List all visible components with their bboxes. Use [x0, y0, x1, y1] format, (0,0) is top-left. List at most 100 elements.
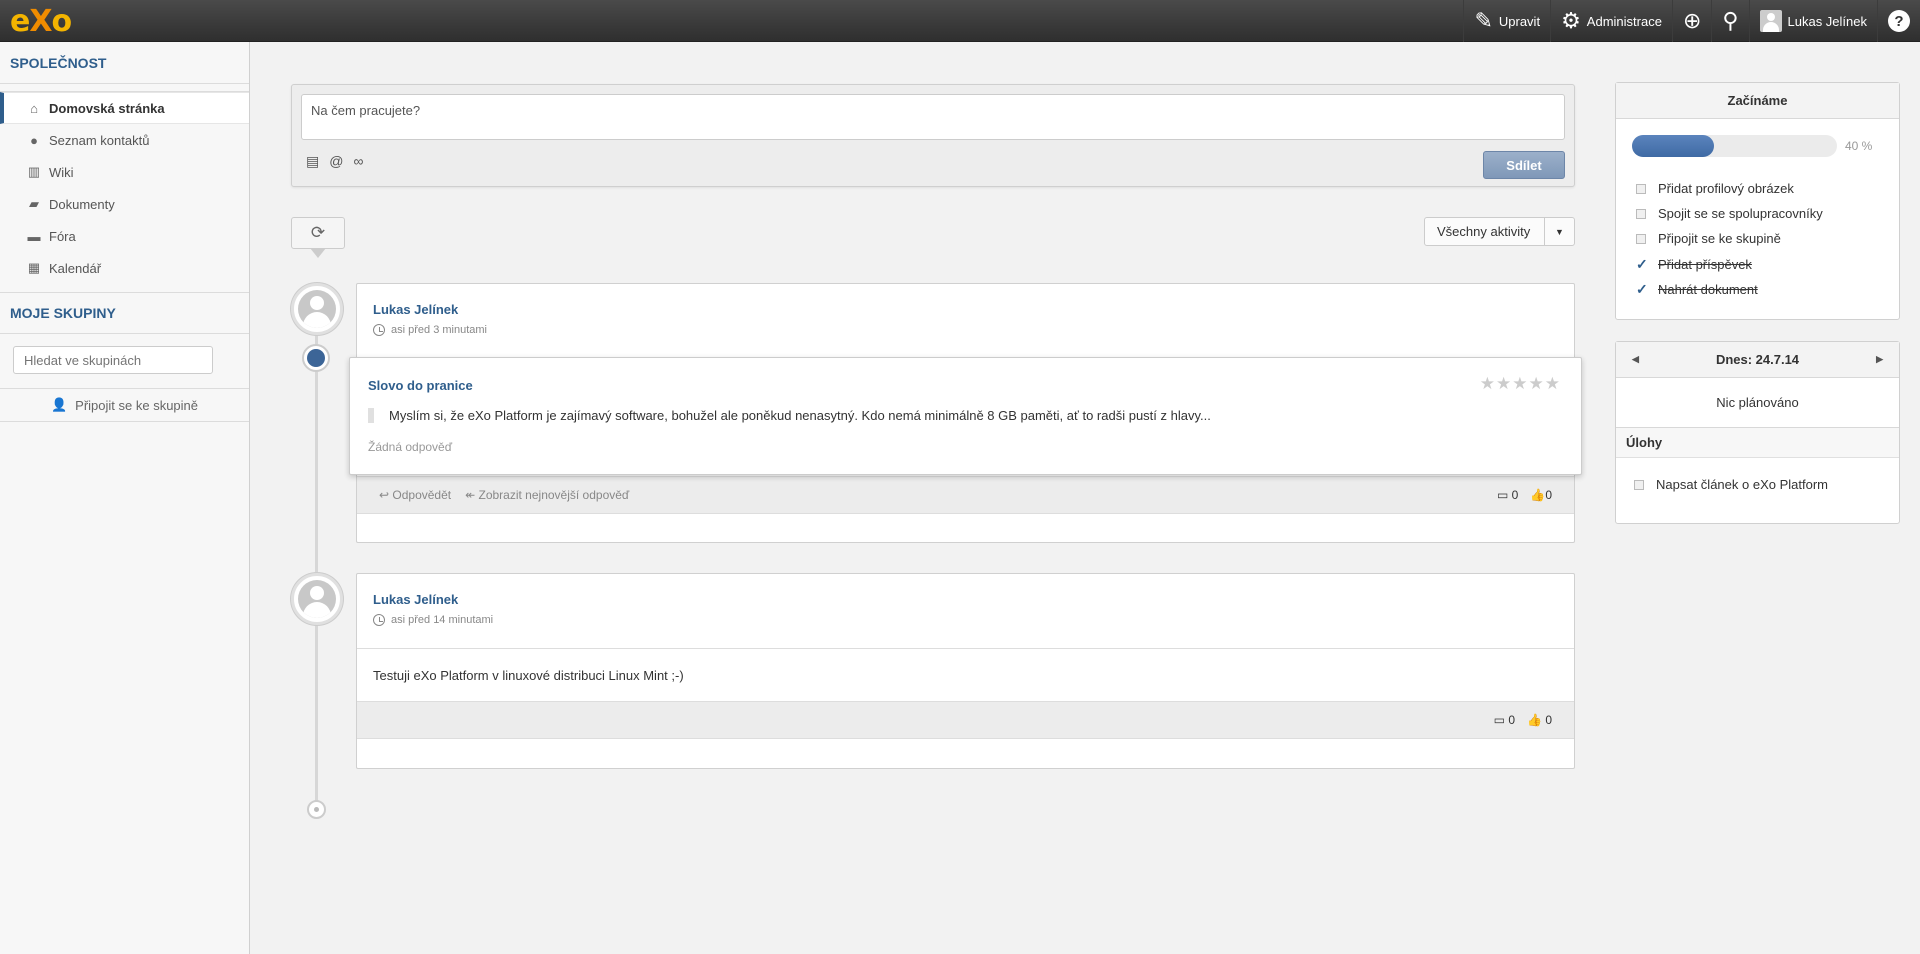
- user-menu[interactable]: Lukas Jelínek: [1748, 0, 1878, 42]
- avatar[interactable]: [291, 573, 343, 625]
- edit-label: Upravit: [1498, 13, 1541, 29]
- chat-icon: ▬: [27, 228, 41, 244]
- search-button[interactable]: ⚲: [1711, 0, 1748, 42]
- activity-text: Testuji eXo Platform v linuxové distribu…: [373, 668, 684, 683]
- activity-item: Lukas Jelínek asi před 14 minutami Testu…: [356, 573, 1575, 769]
- clock-icon: [373, 324, 385, 336]
- activity-author[interactable]: Lukas Jelínek: [373, 592, 458, 607]
- checklist-item[interactable]: ✓ Přidat příspěvek: [1636, 256, 1752, 273]
- rating-stars[interactable]: ★★★★★: [1480, 374, 1561, 394]
- sidebar-item-wiki[interactable]: ▥ Wiki: [0, 156, 249, 188]
- file-icon[interactable]: ▤: [306, 153, 319, 170]
- getting-started-title: Začínáme: [1616, 83, 1899, 119]
- checkbox: [1636, 183, 1646, 194]
- administration-button[interactable]: ⚙ Administrace: [1550, 0, 1672, 42]
- user-name: Lukas Jelínek: [1787, 13, 1868, 29]
- sidebar-item-label: Seznam kontaktů: [49, 132, 150, 148]
- share-button[interactable]: Sdílet: [1483, 151, 1565, 179]
- activity-footer: ↩ Odpovědět ↞ Zobrazit nejnovější odpově…: [357, 476, 1574, 514]
- sidebar-item-home[interactable]: ⌂ Domovská stránka: [0, 92, 249, 124]
- checkbox: [1636, 233, 1646, 244]
- tasks-heading: Úlohy: [1616, 428, 1899, 458]
- folder-icon: ▰: [29, 196, 39, 211]
- sidebar-item-documents[interactable]: ▰ Dokumenty: [0, 188, 249, 220]
- calendar-widget: ◀ Dnes: 24.7.14 ▶ Nic plánováno Úlohy Na…: [1615, 341, 1900, 524]
- task-item[interactable]: Napsat článek o eXo Platform: [1634, 477, 1828, 492]
- refresh-icon: ⟳: [310, 223, 326, 242]
- comment-button[interactable]: ▭ 0: [1494, 713, 1515, 727]
- help-icon: ?: [1888, 10, 1910, 32]
- checkbox: [1636, 208, 1646, 219]
- groups-heading: MOJE SKUPINY: [0, 292, 249, 334]
- add-button[interactable]: ⊕: [1671, 0, 1711, 42]
- forum-reply-status: Žádná odpověď: [368, 440, 453, 454]
- chevron-left-icon[interactable]: ◀: [1632, 354, 1639, 365]
- forum-activity-icon: [302, 344, 330, 372]
- checklist-item[interactable]: Spojit se se spolupracovníky: [1636, 206, 1823, 221]
- activity-time: asi před 3 minutami: [373, 324, 487, 336]
- composer-attachments: ▤ @ ∞: [306, 153, 363, 170]
- join-group-button[interactable]: 👤 Připojit se ke skupině: [0, 388, 249, 422]
- chevron-down-icon: ▼: [1544, 218, 1574, 245]
- like-button[interactable]: 👍 0: [1527, 713, 1552, 727]
- sidebar-item-label: Dokumenty: [49, 196, 115, 212]
- calendar-date: Dnes: 24.7.14: [1715, 352, 1800, 367]
- administration-label: Administrace: [1586, 13, 1662, 29]
- activity-time-label: asi před 14 minutami: [391, 614, 494, 626]
- checklist-item[interactable]: ✓ Nahrát dokument: [1636, 281, 1758, 298]
- plus-circle-icon: ⊕: [1682, 8, 1702, 33]
- progress-label: 40 %: [1845, 139, 1873, 153]
- forum-post-card[interactable]: Slovo do pranice ★★★★★ Myslím si, že eXo…: [349, 357, 1582, 475]
- sidebar-item-calendar[interactable]: ▦ Kalendář: [0, 252, 249, 284]
- edit-button[interactable]: ✎ Upravit: [1463, 0, 1550, 42]
- activity-footer: ▭ 0 👍 0: [357, 701, 1574, 739]
- check-icon: ✓: [1636, 281, 1648, 297]
- calendar-nav: ◀ Dnes: 24.7.14 ▶: [1616, 342, 1899, 378]
- home-icon: ⌂: [30, 100, 38, 116]
- filter-label: Všechny aktivity: [1437, 224, 1531, 239]
- forum-title[interactable]: Slovo do pranice: [368, 378, 473, 393]
- tools-icon: ✎: [1474, 8, 1493, 33]
- checkbox: [1634, 479, 1644, 490]
- activity-links: ↩ Odpovědět ↞ Zobrazit nejnovější odpově…: [379, 488, 629, 502]
- avatar[interactable]: [291, 283, 343, 335]
- status-input[interactable]: Na čem pracujete?: [301, 94, 1565, 140]
- sidebar-item-contacts[interactable]: ● Seznam kontaktů: [0, 124, 249, 156]
- help-button[interactable]: ?: [1877, 0, 1920, 42]
- progress-fill: [1632, 135, 1714, 157]
- user-avatar: [1759, 10, 1782, 32]
- nothing-planned: Nic plánováno: [1616, 378, 1899, 428]
- checklist-item[interactable]: Přidat profilový obrázek: [1636, 181, 1794, 196]
- link-icon[interactable]: ∞: [353, 153, 363, 170]
- add-user-icon: 👤: [50, 397, 68, 412]
- exo-logo[interactable]: eXo: [10, 4, 72, 39]
- sidebar-item-label: Fóra: [49, 228, 76, 244]
- mention-icon[interactable]: @: [329, 153, 343, 170]
- reply-link[interactable]: ↩ Odpovědět: [379, 488, 451, 502]
- left-sidebar: SPOLEČNOST ⌂ Domovská stránka ● Seznam k…: [0, 42, 250, 954]
- person-icon: ●: [30, 132, 38, 148]
- sidebar-item-label: Domovská stránka: [49, 100, 165, 116]
- activity-filter-dropdown[interactable]: Všechny aktivity ▼: [1424, 217, 1575, 246]
- gear-icon: ⚙: [1561, 8, 1581, 33]
- top-navigation-bar: eXo ✎ Upravit ⚙ Administrace ⊕ ⚲ Lukas J…: [0, 0, 1920, 42]
- progress-bar: [1632, 135, 1837, 157]
- group-search-input[interactable]: [13, 346, 213, 374]
- company-heading: SPOLEČNOST: [0, 42, 249, 84]
- sidebar-item-forums[interactable]: ▬ Fóra: [0, 220, 249, 252]
- checklist-item[interactable]: Připojit se ke skupině: [1636, 231, 1781, 246]
- activity-composer: Na čem pracujete? ▤ @ ∞ Sdílet: [291, 84, 1575, 187]
- refresh-button[interactable]: ⟳: [291, 217, 345, 249]
- like-button[interactable]: 👍0: [1530, 488, 1552, 502]
- activity-time-label: asi před 3 minutami: [391, 324, 487, 336]
- check-icon: ✓: [1636, 256, 1648, 272]
- forum-excerpt: Myslím si, že eXo Platform je zajímavý s…: [368, 408, 1211, 423]
- latest-reply-link[interactable]: ↞ Zobrazit nejnovější odpověď: [465, 488, 629, 502]
- calendar-icon: ▦: [27, 260, 41, 275]
- chevron-right-icon[interactable]: ▶: [1876, 354, 1883, 365]
- join-group-label: Připojit se ke skupině: [75, 397, 199, 413]
- activity-author[interactable]: Lukas Jelínek: [373, 302, 458, 317]
- timeline-end: [307, 800, 326, 819]
- activity-counts: ▭ 0 👍 0: [1494, 713, 1552, 727]
- comment-button[interactable]: ▭ 0: [1497, 488, 1518, 502]
